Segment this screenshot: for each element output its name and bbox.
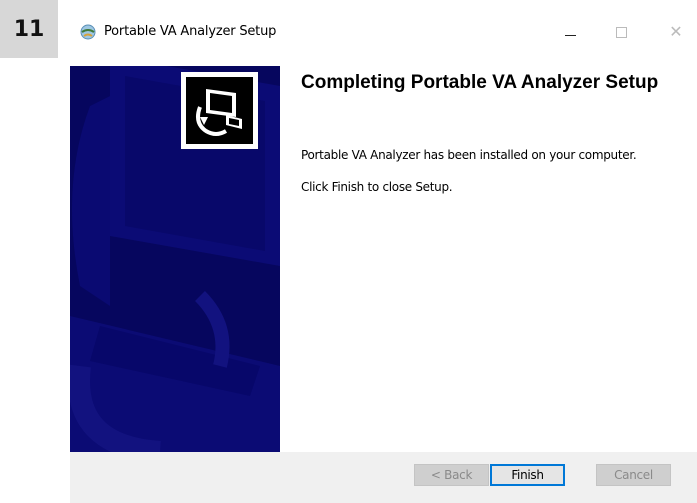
installer-logo — [181, 72, 258, 149]
finish-instruction: Click Finish to close Setup. — [301, 180, 453, 194]
minimize-button[interactable] — [560, 22, 580, 42]
step-number-badge: 11 — [0, 0, 58, 58]
cancel-button[interactable]: Cancel — [596, 464, 671, 486]
close-button[interactable]: ✕ — [666, 22, 686, 42]
maximize-icon — [615, 26, 627, 38]
finish-button[interactable]: Finish — [490, 464, 565, 486]
page-heading: Completing Portable VA Analyzer Setup — [301, 72, 659, 93]
window-title: Portable VA Analyzer Setup — [104, 24, 277, 39]
title-bar[interactable]: Portable VA Analyzer Setup ✕ — [70, 0, 697, 66]
setup-window: Portable VA Analyzer Setup ✕ Completing … — [70, 0, 697, 503]
maximize-button[interactable] — [611, 22, 631, 42]
minimize-icon — [564, 34, 576, 36]
installed-message: Portable VA Analyzer has been installed … — [301, 148, 637, 162]
close-icon: ✕ — [669, 22, 683, 41]
back-button[interactable]: < Back — [414, 464, 489, 486]
setup-globe-icon — [80, 24, 96, 40]
installer-computer-icon — [186, 77, 253, 144]
